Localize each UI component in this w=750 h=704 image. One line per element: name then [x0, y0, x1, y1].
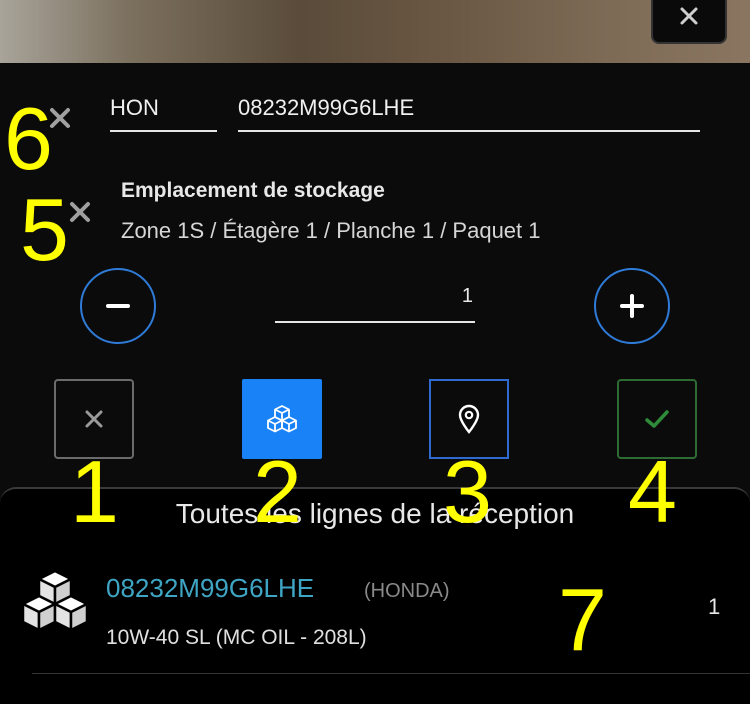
- annotation-3: 3: [443, 442, 492, 541]
- close-icon: [680, 7, 698, 25]
- annotation-2: 2: [253, 442, 302, 541]
- close-icon: [85, 410, 103, 428]
- list-divider: [32, 673, 750, 674]
- product-cubes-icon: [21, 569, 89, 632]
- item-reference: 08232M99G6LHE: [106, 573, 315, 603]
- close-scanner-button[interactable]: [651, 0, 727, 44]
- quantity-input[interactable]: 1: [275, 281, 475, 323]
- cubes-icon: [267, 405, 297, 433]
- decrement-button[interactable]: [80, 268, 156, 344]
- minus-icon: [106, 304, 130, 308]
- item-brand: (HONDA): [364, 580, 450, 602]
- check-icon: [645, 410, 669, 428]
- item-description: 10W-40 SL (MC OIL - 208L): [106, 626, 367, 649]
- brand-value: HON: [110, 95, 159, 120]
- map-pin-icon: [458, 404, 480, 434]
- quantity-value: 1: [461, 285, 473, 307]
- annotation-4: 4: [628, 442, 677, 541]
- item-quantity: 1: [708, 594, 721, 619]
- brand-input[interactable]: HON: [110, 92, 217, 132]
- camera-preview: [0, 0, 750, 63]
- clear-storage-icon[interactable]: [66, 198, 94, 226]
- reference-value: 08232M99G6LHE: [238, 95, 415, 120]
- annotation-1: 1: [70, 442, 119, 541]
- annotation-7: 7: [558, 570, 607, 669]
- annotation-6: 6: [4, 89, 53, 188]
- increment-button[interactable]: [594, 268, 670, 344]
- reference-input[interactable]: 08232M99G6LHE: [238, 92, 700, 132]
- storage-title: Emplacement de stockage: [121, 179, 385, 202]
- annotation-5: 5: [20, 180, 69, 279]
- plus-icon: [620, 294, 644, 318]
- storage-path: Zone 1S / Étagère 1 / Planche 1 / Paquet…: [121, 218, 541, 243]
